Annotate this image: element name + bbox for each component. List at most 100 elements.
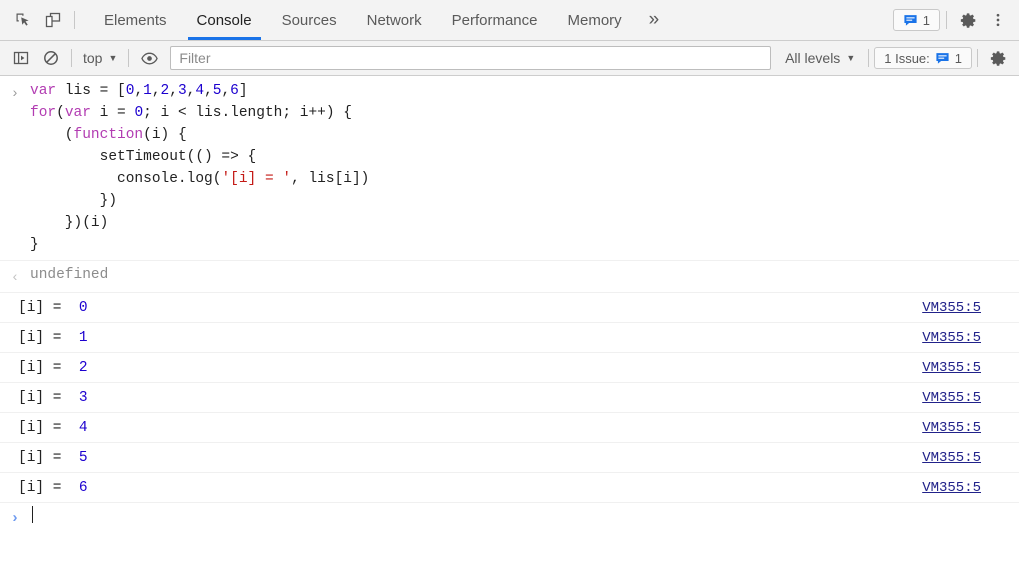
devtools-more-options-button[interactable] [983,6,1013,34]
log-message: [i] = 0 [0,297,922,319]
tabbar-divider [74,11,75,29]
tab-sources[interactable]: Sources [267,0,352,40]
toolbar-divider-2 [128,49,130,67]
chevron-down-icon: ▼ [846,52,856,63]
console-sidebar-toggle-button[interactable] [6,45,36,71]
tab-network[interactable]: Network [352,0,437,40]
code-token: lis = [ [64,83,126,99]
chevron-right-icon: › [12,509,18,526]
tab-console[interactable]: Console [182,0,267,40]
command-source-code: var lis = [0,1,2,3,4,5,6] for(var i = 0;… [30,80,1019,256]
live-expression-icon [141,52,158,64]
more-tabs-button[interactable]: » [637,0,672,40]
issues-badge-button[interactable]: 1 [892,9,940,31]
code-token: } [30,237,39,253]
log-source-link[interactable]: VM355:5 [922,297,1019,319]
tab-elements-label: Elements [104,11,167,29]
code-token: ; i < lis.length; i++) { [143,105,352,121]
issues-counter-count: 1 [954,50,962,66]
log-levels-label: All levels [785,50,841,66]
console-message-list: › var lis = [0,1,2,3,4,5,6] for(var i = … [0,76,1019,533]
code-token: , [204,83,213,99]
chevron-left-icon: ‹ [12,268,18,284]
result-prompt-gutter: ‹ [0,264,30,289]
device-toolbar-icon [45,12,61,28]
code-token: , [151,83,161,99]
tab-sources-label: Sources [281,11,337,29]
chevron-down-icon: ▼ [108,52,118,63]
console-input-prompt-row[interactable]: › [0,503,1019,533]
issue-message-icon [936,52,949,64]
tab-memory[interactable]: Memory [553,0,637,40]
log-message-value: 5 [78,449,88,466]
execution-context-select[interactable]: top ▼ [77,50,123,66]
issues-counter-label: 1 Issue: [884,50,930,66]
code-token: , lis[i]) [291,171,370,187]
log-message: [i] = 4 [0,417,922,439]
code-token: 3 [177,83,187,99]
log-message-value: 2 [78,359,88,376]
log-levels-select[interactable]: All levels ▼ [777,50,863,66]
console-sidebar-icon [13,51,29,65]
log-source-link[interactable]: VM355:5 [922,327,1019,349]
panel-tabs: Elements Console Sources Network Perform… [85,0,893,40]
code-token: })(i) [30,215,109,231]
code-token: function [73,127,144,143]
console-log-row: [i] = 5 VM355:5 [0,443,1019,473]
issues-counter-button[interactable]: 1 Issue: 1 [874,47,972,69]
code-token: , [169,83,178,99]
code-token: ( [30,127,74,143]
code-token: i = [99,105,135,121]
code-token: (i) { [143,127,187,143]
log-message: [i] = 5 [0,447,922,469]
text-cursor [32,505,33,523]
log-source-link[interactable]: VM355:5 [922,417,1019,439]
log-message-value: 6 [78,479,88,496]
log-message-value: 3 [78,389,88,406]
code-token: ] [238,83,248,99]
code-token: 1 [143,83,152,99]
tab-network-label: Network [366,11,422,29]
inspect-element-icon [16,13,29,26]
command-prompt-gutter: › [0,80,30,256]
code-token: 4 [195,83,205,99]
console-log-row: [i] = 4 VM355:5 [0,413,1019,443]
tab-performance[interactable]: Performance [437,0,553,40]
clear-console-button[interactable] [36,45,66,71]
log-message-value: 1 [78,329,88,346]
inspect-element-button[interactable] [8,6,38,34]
input-prompt-gutter: › [0,506,30,530]
console-input-field[interactable] [30,505,1019,531]
log-message: [i] = 1 [0,327,922,349]
console-filter-input[interactable] [170,46,772,70]
console-settings-button[interactable] [983,45,1013,71]
result-value: undefined [30,267,109,283]
console-command-entry[interactable]: › var lis = [0,1,2,3,4,5,6] for(var i = … [0,76,1019,261]
live-expression-button[interactable] [134,45,164,71]
devtools-tab-bar: Elements Console Sources Network Perform… [0,0,1019,41]
tabbar-right-icons: 1 [892,0,1019,40]
code-token: , [134,83,144,99]
console-filter-toolbar: top ▼ All levels ▼ 1 Issue: 1 [0,41,1019,76]
tab-elements[interactable]: Elements [89,0,182,40]
log-message-label: [i] = [18,479,79,496]
log-message-label: [i] = [18,449,79,466]
log-source-link[interactable]: VM355:5 [922,477,1019,499]
log-message-label: [i] = [18,419,79,436]
log-message-label: [i] = [18,359,79,376]
code-token: 6 [230,83,239,99]
log-message: [i] = 3 [0,387,922,409]
console-log-row: [i] = 6 VM355:5 [0,473,1019,503]
code-token: 0 [134,105,144,121]
tab-memory-label: Memory [567,11,622,29]
devtools-settings-button[interactable] [953,6,983,34]
console-result-entry: ‹ undefined [0,261,1019,293]
log-message-label: [i] = [18,329,79,346]
gear-icon [960,12,975,28]
log-source-link[interactable]: VM355:5 [922,447,1019,469]
code-token: for [30,105,57,121]
device-toolbar-button[interactable] [38,6,68,34]
code-token: var [30,83,65,99]
log-source-link[interactable]: VM355:5 [922,387,1019,409]
log-source-link[interactable]: VM355:5 [922,357,1019,379]
